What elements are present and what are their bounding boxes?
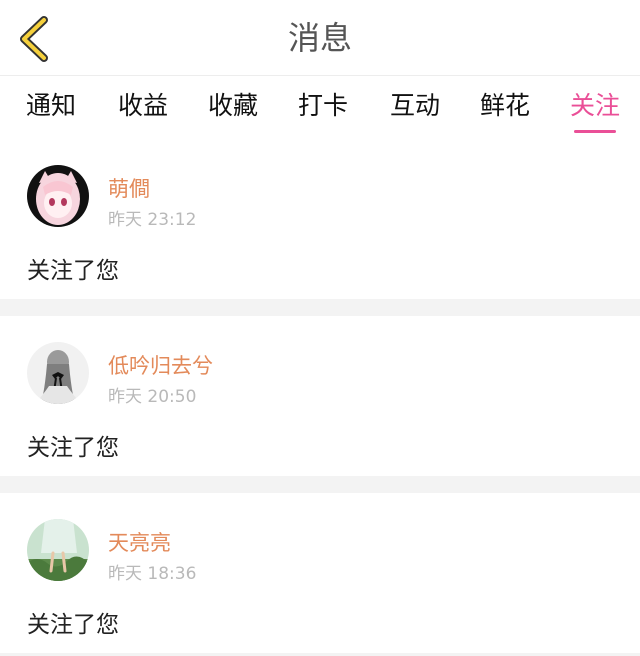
tab-notifications[interactable]: 通知 <box>26 77 76 139</box>
list-item[interactable]: 萌僴 昨天 23:12 关注了您 <box>0 139 640 299</box>
tab-follows[interactable]: 关注 <box>570 77 620 139</box>
message-list: 萌僴 昨天 23:12 关注了您 低吟归去兮 昨天 20:50 关注了您 天亮亮… <box>0 139 640 656</box>
tab-interactions[interactable]: 互动 <box>390 77 440 139</box>
garden-dress-avatar-icon <box>27 519 89 581</box>
message-text: 关注了您 <box>27 612 119 638</box>
avatar[interactable] <box>27 165 89 227</box>
tab-favorites[interactable]: 收藏 <box>208 77 258 139</box>
active-tab-indicator <box>574 130 617 133</box>
username[interactable]: 天亮亮 <box>108 527 171 557</box>
timestamp: 昨天 23:12 <box>108 210 197 230</box>
message-text: 关注了您 <box>27 258 119 284</box>
anime-girl-avatar-icon <box>27 165 89 227</box>
timestamp: 昨天 18:36 <box>108 564 197 584</box>
page-title: 消息 <box>287 19 352 57</box>
girl-back-avatar-icon <box>27 342 89 404</box>
list-item[interactable]: 低吟归去兮 昨天 20:50 关注了您 <box>0 316 640 476</box>
separator <box>0 299 640 316</box>
tab-checkin[interactable]: 打卡 <box>298 77 348 139</box>
separator <box>0 476 640 493</box>
tab-flowers[interactable]: 鲜花 <box>480 77 530 139</box>
avatar[interactable] <box>27 342 89 404</box>
top-bar: 消息 <box>0 0 640 76</box>
tab-bar: 通知 收益 收藏 打卡 互动 鲜花 关注 <box>0 77 640 139</box>
avatar[interactable] <box>27 519 89 581</box>
message-text: 关注了您 <box>27 435 119 461</box>
tab-earnings[interactable]: 收益 <box>118 77 168 139</box>
username[interactable]: 低吟归去兮 <box>108 350 213 380</box>
tab-follows-label: 关注 <box>570 91 621 120</box>
list-item[interactable]: 天亮亮 昨天 18:36 关注了您 <box>0 493 640 653</box>
timestamp: 昨天 20:50 <box>108 387 197 407</box>
username[interactable]: 萌僴 <box>108 173 150 203</box>
